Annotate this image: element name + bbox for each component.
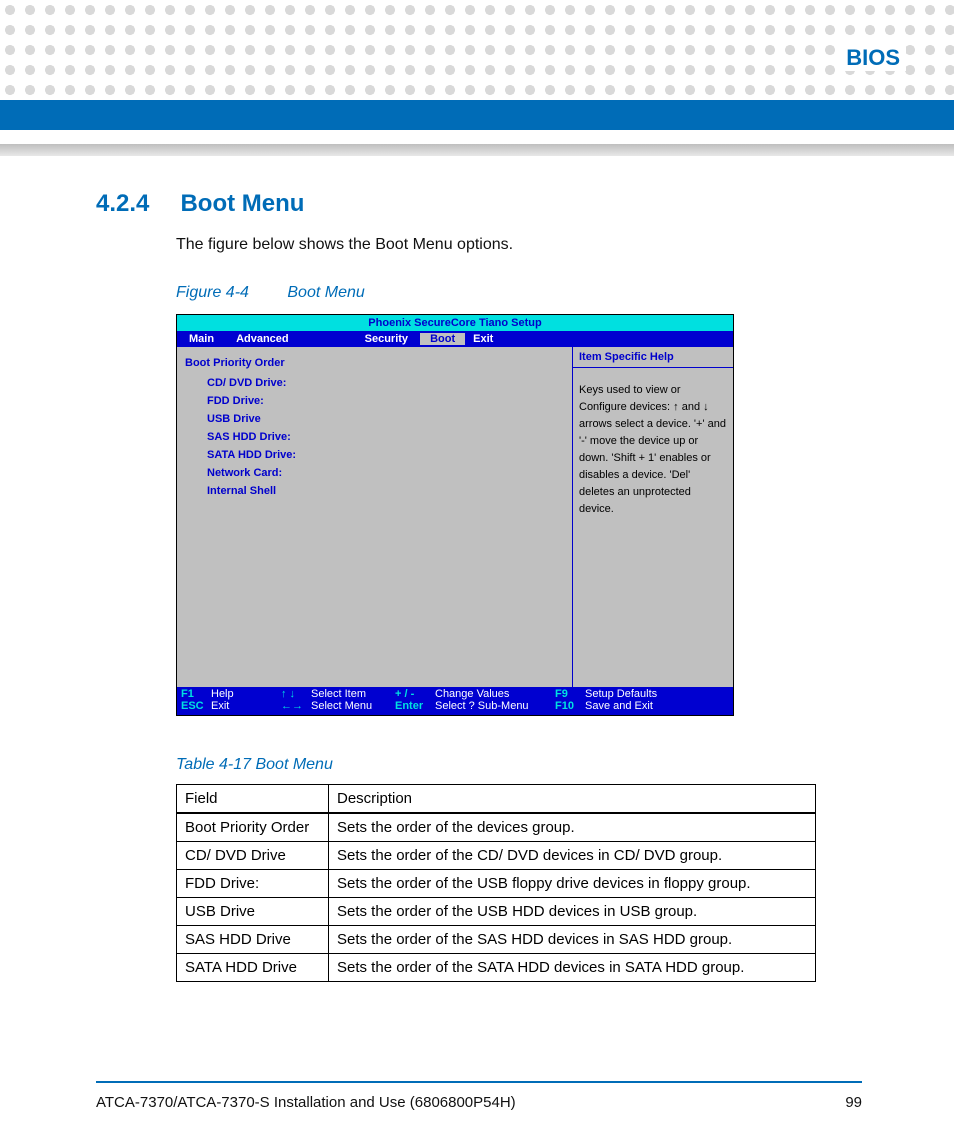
cell-desc: Sets the order of the USB HDD devices in… [329,898,816,926]
cell-desc: Sets the order of the SAS HDD devices in… [329,926,816,954]
boot-menu-table: Field Description Boot Priority Order Se… [176,784,816,982]
footer-doc-title: ATCA-7370/ATCA-7370-S Installation and U… [96,1094,516,1111]
bios-tab-main[interactable]: Main [181,333,222,345]
hint-save-exit: Save and Exit [585,700,653,712]
section-number: 4.2.4 [96,190,176,218]
header-gray-bar [0,144,954,156]
bios-help-pane: Item Specific Help Keys used to view or … [573,347,733,687]
table-row: FDD Drive: Sets the order of the USB flo… [177,870,816,898]
hint-change-values: Change Values [435,688,555,700]
cell-desc: Sets the order of the SATA HDD devices i… [329,954,816,982]
section-title: Boot Menu [180,190,304,218]
cell-field: CD/ DVD Drive [177,842,329,870]
bpo-item-cd-dvd[interactable]: CD/ DVD Drive: [207,377,564,389]
key-f9: F9 [555,688,585,700]
bios-body: Boot Priority Order CD/ DVD Drive: FDD D… [177,347,733,687]
key-enter: Enter [395,700,435,712]
page-number: 99 [845,1094,862,1111]
bpo-item-shell[interactable]: Internal Shell [207,485,564,497]
key-esc: ESC [181,700,211,712]
table-row: Boot Priority Order Sets the order of th… [177,813,816,842]
boot-priority-order-header: Boot Priority Order [185,357,564,369]
figure-caption: Figure 4-4 Boot Menu [176,284,862,302]
cell-field: SATA HDD Drive [177,954,329,982]
header-blue-bar [0,100,954,130]
hint-exit: Exit [211,700,281,712]
header-pattern [0,0,954,100]
hint-help: Help [211,688,281,700]
bios-help-header: Item Specific Help [573,347,733,368]
cell-field: Boot Priority Order [177,813,329,842]
bpo-item-sas-hdd[interactable]: SAS HDD Drive: [207,431,564,443]
table-row: SATA HDD Drive Sets the order of the SAT… [177,954,816,982]
key-f10: F10 [555,700,585,712]
table-header-row: Field Description [177,785,816,814]
hint-select-item: Select Item [311,688,395,700]
page-header-title: BIOS [840,45,906,71]
figure-title: Boot Menu [287,284,364,301]
bpo-item-usb[interactable]: USB Drive [207,413,564,425]
bios-left-pane: Boot Priority Order CD/ DVD Drive: FDD D… [177,347,573,687]
bpo-item-fdd[interactable]: FDD Drive: [207,395,564,407]
key-plusminus: + / - [395,688,435,700]
table-caption: Table 4-17 Boot Menu [176,756,862,774]
key-updown: ↑ ↓ [281,688,311,700]
th-desc: Description [329,785,816,814]
bios-window-title: Phoenix SecureCore Tiano Setup [177,315,733,331]
hint-submenu: Select ? Sub-Menu [435,700,555,712]
cell-field: USB Drive [177,898,329,926]
table-row: SAS HDD Drive Sets the order of the SAS … [177,926,816,954]
section-heading: 4.2.4 Boot Menu [96,190,862,218]
key-f1: F1 [181,688,211,700]
table-row: CD/ DVD Drive Sets the order of the CD/ … [177,842,816,870]
footer-rule [96,1081,862,1083]
cell-desc: Sets the order of the devices group. [329,813,816,842]
bios-tabs: Main Advanced Security Boot Exit [177,331,733,347]
bios-tab-security[interactable]: Security [357,333,416,345]
hint-select-menu: Select Menu [311,700,395,712]
bpo-item-network[interactable]: Network Card: [207,467,564,479]
page-content: 4.2.4 Boot Menu The figure below shows t… [96,190,862,982]
bios-footer: F1 Help ↑ ↓ Select Item + / - Change Val… [177,687,733,715]
cell-desc: Sets the order of the CD/ DVD devices in… [329,842,816,870]
bios-help-text: Keys used to view or Configure devices: … [573,368,733,524]
table-row: USB Drive Sets the order of the USB HDD … [177,898,816,926]
th-field: Field [177,785,329,814]
figure-label: Figure 4-4 [176,284,249,301]
bios-tab-boot[interactable]: Boot [420,333,465,345]
bios-screenshot: Phoenix SecureCore Tiano Setup Main Adva… [176,314,734,716]
bios-tab-advanced[interactable]: Advanced [228,333,297,345]
key-leftright: ←→ [281,700,311,712]
hint-setup-defaults: Setup Defaults [585,688,657,700]
cell-field: SAS HDD Drive [177,926,329,954]
bios-tab-exit[interactable]: Exit [465,333,501,345]
cell-desc: Sets the order of the USB floppy drive d… [329,870,816,898]
cell-field: FDD Drive: [177,870,329,898]
section-intro: The figure below shows the Boot Menu opt… [176,236,862,254]
bpo-item-sata-hdd[interactable]: SATA HDD Drive: [207,449,564,461]
